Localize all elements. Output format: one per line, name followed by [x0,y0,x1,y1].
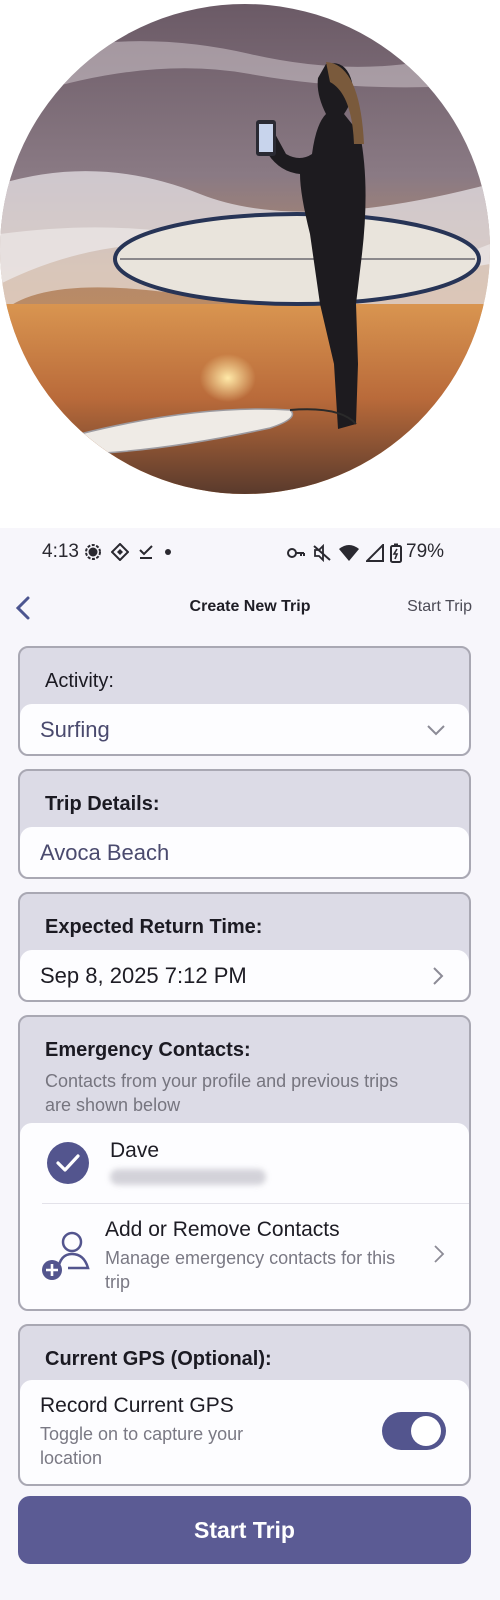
manage-contacts-title: Add or Remove Contacts [105,1218,340,1241]
chevron-down-icon [427,725,445,736]
start-trip-action[interactable]: Start Trip [407,598,472,616]
activity-value: Surfing [40,717,110,742]
gps-toggle-subtitle: Toggle on to capture your location [40,1424,244,1468]
chevron-right-icon [433,967,444,985]
gps-toggle-title: Record Current GPS [40,1394,234,1417]
return-time-picker[interactable]: Sep 8, 2025 7:12 PM [20,950,469,1000]
contact-phone-redacted [110,1169,266,1185]
gps-toggle-switch[interactable] [382,1412,446,1450]
start-trip-button[interactable]: Start Trip [18,1496,471,1564]
battery-percent: 79% [406,541,445,562]
battery-charging-icon [390,543,402,563]
check-icon [139,545,153,559]
status-time: 4:13 [42,541,79,562]
key-icon [287,548,305,558]
contacts-list: Dave Add or Remove Contacts Manage emerg… [20,1123,469,1309]
dot-icon [165,549,171,555]
return-time-card: Expected Return Time: Sep 8, 2025 7:12 P… [18,892,471,1002]
status-bar: 4:13 79% [0,528,500,578]
wifi-icon [339,545,359,561]
emergency-hint: Contacts from your profile and previous … [45,1071,399,1115]
contact-row[interactable]: Dave [20,1123,469,1203]
gps-label: Current GPS (Optional): [45,1348,272,1370]
return-time-label: Expected Return Time: [45,916,263,938]
activity-label: Activity: [45,670,114,692]
emergency-contacts-card: Emergency Contacts: Contacts from your p… [18,1015,471,1311]
trip-details-label: Trip Details: [45,793,160,815]
add-person-icon [42,1231,90,1280]
emergency-label: Emergency Contacts: [45,1039,251,1061]
trip-details-value: Avoca Beach [40,840,170,865]
app-screen: 4:13 79% Create New Trip Start Trip Acti… [0,528,500,1600]
app-bar: Create New Trip Start Trip [0,586,500,630]
chevron-right-icon [434,1245,445,1263]
activity-card: Activity: Surfing [18,646,471,756]
trip-details-card: Trip Details: Avoca Beach [18,769,471,879]
checkbox-checked-icon[interactable] [46,1141,90,1185]
gps-card: Current GPS (Optional): Record Current G… [18,1324,471,1486]
signal-messenger-icon [85,544,101,560]
trip-details-input[interactable]: Avoca Beach [20,827,469,877]
diamond-icon [111,543,129,561]
toggle-knob [411,1416,441,1446]
gps-toggle-row: Record Current GPS Toggle on to capture … [20,1380,469,1484]
contact-name: Dave [110,1139,160,1162]
manage-contacts-row[interactable]: Add or Remove Contacts Manage emergency … [20,1204,469,1309]
cell-signal-icon [366,544,384,562]
activity-select[interactable]: Surfing [20,704,469,754]
hero-photo [0,4,490,494]
manage-contacts-subtitle: Manage emergency contacts for this trip [105,1248,396,1292]
mute-icon [313,544,331,562]
return-time-value: Sep 8, 2025 7:12 PM [40,963,247,988]
